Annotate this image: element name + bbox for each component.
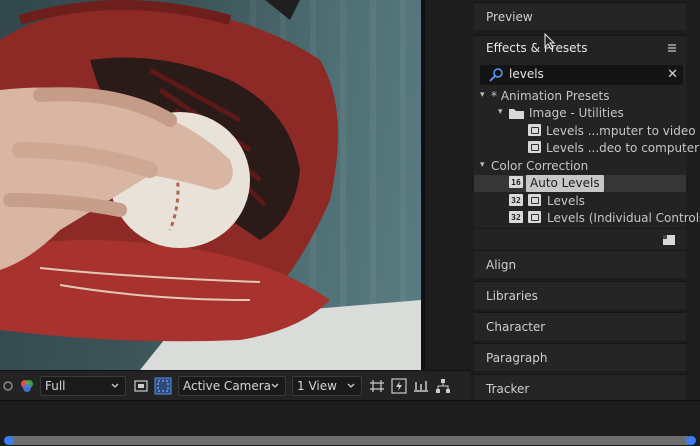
toggle-pixel-aspect-icon[interactable] — [366, 375, 388, 397]
timeline-scrollbar-thumb[interactable] — [6, 436, 692, 445]
new-preset-folder-icon[interactable] — [662, 234, 676, 246]
chevron-down-icon — [271, 383, 279, 388]
preset-icon — [528, 124, 541, 136]
color-channels-icon[interactable] — [16, 375, 38, 397]
tree-item-color-correction[interactable]: ▾ Color Correction — [474, 158, 686, 175]
search-input[interactable]: levels — [509, 67, 544, 81]
effect-icon — [528, 211, 541, 223]
camera-dropdown[interactable]: Active Camera — [178, 375, 286, 396]
align-panel-tab[interactable]: Align — [474, 250, 686, 278]
view-layout-value: 1 View — [297, 378, 337, 393]
tracker-panel-tab[interactable]: Tracker — [474, 374, 686, 402]
transparency-grid-icon[interactable] — [152, 375, 174, 397]
preview-panel-tab[interactable]: Preview — [474, 2, 686, 30]
channel-icon[interactable] — [0, 375, 16, 397]
preset-icon — [528, 141, 541, 153]
effects-panel-footer — [474, 228, 686, 250]
preview-panel-label: Preview — [486, 9, 533, 24]
effects-presets-panel: Effects & Presets levels ✕ ▾ * Animation… — [474, 35, 700, 250]
tree-item-preset-2[interactable]: Levels ...deo to computer — [474, 140, 699, 157]
scrollbar-right-handle[interactable] — [686, 436, 696, 445]
resolution-dropdown[interactable]: Full — [40, 375, 126, 396]
bit-depth-badge: 32 — [509, 211, 523, 223]
tree-item-levels-individual[interactable]: 32 Levels (Individual Controls) — [474, 210, 700, 227]
mouse-cursor-icon — [544, 33, 556, 50]
panel-divider[interactable] — [421, 0, 425, 370]
tree-item-auto-levels[interactable]: 16 Auto Levels — [474, 175, 686, 192]
timeline-icon[interactable] — [410, 375, 432, 397]
chevron-down-icon — [111, 383, 119, 388]
scrollbar-left-handle[interactable] — [4, 436, 14, 445]
expand-arrow-icon[interactable]: ▾ — [480, 90, 485, 100]
character-panel-label: Character — [486, 319, 546, 334]
tree-item-image-utilities[interactable]: ▾ Image - Utilities — [474, 105, 686, 122]
tree-item-animation-presets[interactable]: ▾ * Animation Presets — [474, 88, 686, 105]
folder-icon — [509, 109, 524, 119]
tree-item-levels[interactable]: 32 Levels — [474, 193, 686, 210]
expand-arrow-icon[interactable]: ▾ — [498, 107, 503, 117]
resolution-value: Full — [45, 378, 66, 393]
tree-item-preset-1[interactable]: Levels ...mputer to video — [474, 123, 696, 140]
bit-depth-badge: 32 — [509, 194, 523, 206]
tree-item-label: * Animation Presets — [491, 89, 610, 103]
tree-item-label: Levels ...mputer to video — [546, 124, 696, 138]
tree-item-label: Levels — [547, 194, 585, 208]
viewer-footage — [0, 0, 421, 370]
right-panel-stack: Preview Effects & Presets levels ✕ ▾ * A… — [474, 0, 700, 402]
effects-search-box[interactable]: levels ✕ — [480, 65, 683, 85]
view-layout-dropdown[interactable]: 1 View — [292, 375, 362, 396]
bit-depth-badge: 16 — [509, 176, 523, 188]
panel-menu-icon[interactable] — [666, 42, 678, 54]
libraries-panel-label: Libraries — [486, 288, 538, 303]
clear-search-button[interactable]: ✕ — [667, 67, 678, 83]
composition-viewer[interactable] — [0, 0, 421, 370]
paragraph-panel-label: Paragraph — [486, 350, 548, 365]
flowchart-icon[interactable] — [432, 375, 454, 397]
paragraph-panel-tab[interactable]: Paragraph — [474, 343, 686, 371]
tree-item-label: Levels ...deo to computer — [546, 141, 700, 155]
effects-presets-title[interactable]: Effects & Presets — [486, 41, 587, 55]
region-of-interest-icon[interactable] — [130, 375, 152, 397]
tree-item-label: Image - Utilities — [529, 106, 624, 120]
tree-item-label: Levels (Individual Controls) — [547, 211, 700, 225]
tracker-panel-label: Tracker — [486, 381, 530, 396]
align-panel-label: Align — [486, 257, 517, 272]
tree-item-label: Color Correction — [491, 159, 589, 173]
camera-value: Active Camera — [183, 378, 272, 393]
tree-item-label: Auto Levels — [526, 175, 604, 192]
effect-icon — [528, 194, 541, 206]
search-icon — [489, 68, 503, 82]
timeline-panel — [0, 400, 700, 446]
fast-previews-icon[interactable] — [388, 375, 410, 397]
expand-arrow-icon[interactable]: ▾ — [480, 160, 485, 170]
libraries-panel-tab[interactable]: Libraries — [474, 281, 686, 309]
character-panel-tab[interactable]: Character — [474, 312, 686, 340]
viewer-toolbar: Full Active Camera 1 View — [0, 370, 470, 400]
chevron-down-icon — [347, 383, 355, 388]
